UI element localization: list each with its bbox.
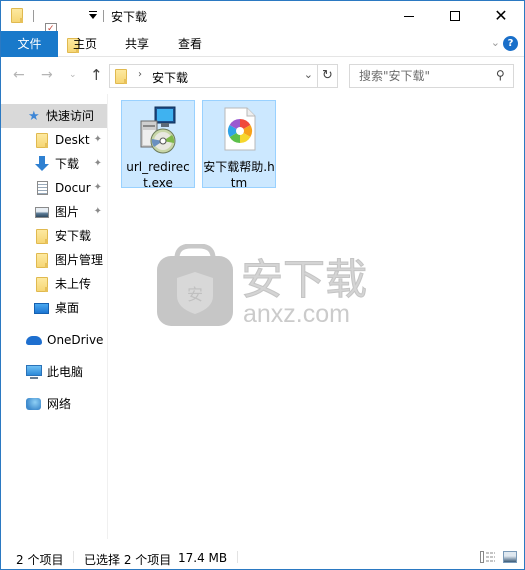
pin-icon: ✦ [93,134,102,145]
search-box[interactable]: ⚲ [349,64,514,88]
address-dropdown-icon[interactable]: ⌄ [304,68,313,81]
selection-count: 已选择 2 个项目 [84,553,172,567]
this-pc-icon [26,365,42,379]
file-name: url_redirect.exe [126,160,190,190]
breadcrumb-separator[interactable]: › [138,69,142,80]
pin-icon: ✦ [93,206,102,217]
htm-file-icon [224,107,256,151]
desktop-icon [34,303,49,314]
explorer-window: 安下载 ✕ 文件 主页 共享 查看 ⌄ ? ← → ⌄ ↑ › 安下载 ⌄ ↻ [0,0,525,570]
sidebar-item-label: 图片管理 [55,253,104,267]
sidebar-item-desktop-pinned[interactable]: Deskt ✦ [1,128,107,152]
sidebar-item-anxz[interactable]: 安下载 [1,224,107,248]
sidebar-item-this-pc[interactable]: 此电脑 [1,360,107,384]
sidebar-item-label: 此电脑 [47,365,84,379]
sidebar-item-label: 安下载 [55,229,92,243]
status-divider [73,551,74,563]
refresh-button[interactable]: ↻ [317,65,337,87]
window-title: 安下载 [111,10,148,24]
breadcrumb-item[interactable]: 安下载 [152,69,188,86]
sidebar-item-label: 网络 [47,397,72,411]
folder-icon [36,133,48,148]
sidebar-item-label: OneDrive [47,333,104,347]
forward-button[interactable]: → [41,67,53,83]
file-name: 安下载帮助.htm [203,160,275,190]
tab-home[interactable]: 主页 [63,31,107,57]
sidebar-item-pictures[interactable]: 图片 ✦ [1,200,107,224]
sidebar-item-not-uploaded[interactable]: 未上传 [1,272,107,296]
document-icon [37,181,48,195]
pin-icon: ✦ [93,158,102,169]
customize-dropdown-icon[interactable] [89,11,97,19]
toolbar-separator [103,10,104,22]
folder-icon [36,229,48,244]
sidebar-item-label: 未上传 [55,277,92,291]
sidebar-item-downloads[interactable]: 下载 ✦ [1,152,107,176]
details-view-icon[interactable] [480,551,495,563]
item-count: 2 个项目 [16,553,64,567]
star-icon: ★ [28,109,40,124]
sidebar-item-quick-access[interactable]: ★ 快速访问 [1,104,107,128]
selection-size: 17.4 MB [178,551,228,565]
file-item-url-redirect[interactable]: url_redirect.exe [121,100,195,190]
watermark-badge-char: 安 [187,285,203,304]
network-icon [26,398,41,410]
file-item-anxz-help[interactable]: 安下载帮助.htm [202,100,276,190]
back-button[interactable]: ← [13,67,25,83]
help-icon[interactable]: ? [503,36,518,51]
chevron-down-icon[interactable]: ⌄ [491,36,500,49]
download-icon [35,156,49,172]
installer-icon [140,106,176,154]
up-button[interactable]: ↑ [90,66,103,84]
large-icons-view-icon[interactable] [503,551,517,563]
ribbon: 文件 主页 共享 查看 ⌄ ? [1,31,524,57]
watermark-brand-url: anxz.com [243,300,350,328]
sidebar-item-network[interactable]: 网络 [1,392,107,416]
search-input[interactable] [350,65,490,87]
maximize-button[interactable] [432,1,478,31]
minimize-icon [404,15,414,17]
search-icon[interactable]: ⚲ [496,68,505,82]
address-bar[interactable]: › 安下载 ⌄ ↻ [109,64,338,88]
navigation-pane: ★ 快速访问 Deskt ✦ 下载 ✦ Docur ✦ 图片 ✦ 安下载 图片管… [1,94,108,539]
sidebar-item-label: Deskt [55,133,90,147]
folder-icon [36,253,48,268]
folder-icon [36,277,48,292]
sidebar-item-onedrive[interactable]: OneDrive [1,328,107,352]
toolbar-separator [33,10,34,22]
pictures-icon [35,207,49,218]
close-button[interactable]: ✕ [478,1,524,31]
sidebar-item-label: 图片 [55,205,80,219]
close-icon: ✕ [494,6,508,25]
maximize-icon [450,11,460,21]
sidebar-item-label: 下载 [55,157,80,171]
tab-view[interactable]: 查看 [168,31,212,57]
recent-locations-button[interactable]: ⌄ [69,70,77,80]
folder-icon [115,69,127,84]
status-divider [237,551,238,563]
anxz-watermark: 安 安下载 anxz.com [157,244,368,328]
sidebar-item-label: 快速访问 [46,109,95,123]
folder-icon [11,8,23,23]
pin-icon: ✦ [93,182,102,193]
status-bar: 2 个项目 已选择 2 个项目 17.4 MB [1,545,524,569]
sidebar-item-picture-manager[interactable]: 图片管理 [1,248,107,272]
title-bar: 安下载 ✕ [1,1,524,53]
sidebar-item-label: Docur [55,181,91,195]
onedrive-icon [26,336,42,345]
minimize-button[interactable] [386,1,432,31]
navigation-bar: ← → ⌄ ↑ › 安下载 ⌄ ↻ ⚲ [1,58,524,94]
sidebar-item-documents[interactable]: Docur ✦ [1,176,107,200]
tab-file[interactable]: 文件 [1,31,58,57]
watermark-brand-cn: 安下载 [241,255,367,304]
sidebar-item-label: 桌面 [55,301,80,315]
sidebar-item-desktop[interactable]: 桌面 [1,296,107,320]
tab-share[interactable]: 共享 [115,31,159,57]
